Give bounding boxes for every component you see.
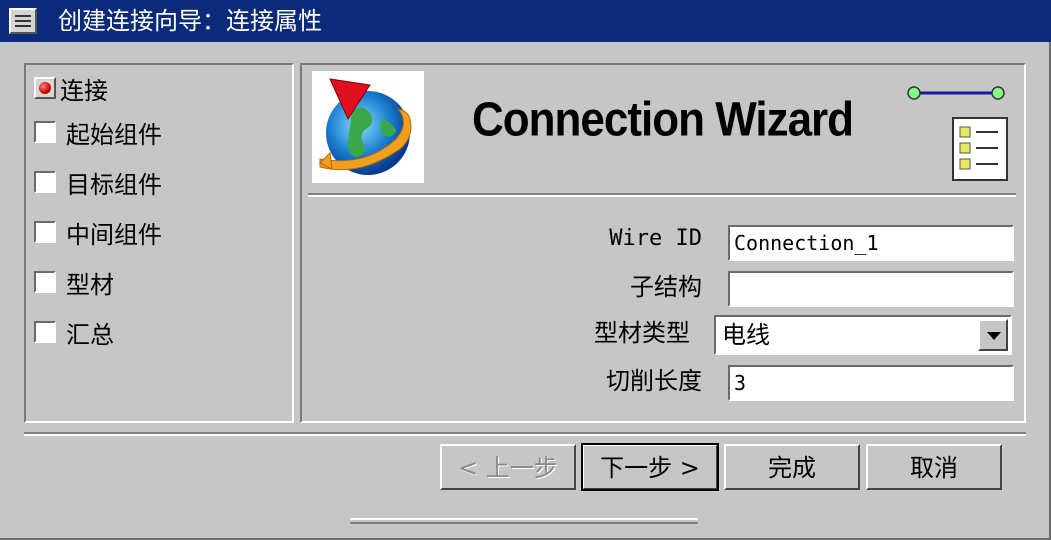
profile-type-label: 型材类型: [594, 319, 690, 347]
step-label: 型材: [66, 270, 114, 299]
header-divider: [308, 193, 1016, 197]
connection-wizard-window: 创建连接向导：连接属性 连接 起始组件 目标组件 中间组件 型材 汇总 Conn…: [0, 0, 1051, 540]
step-summary[interactable]: 汇总: [34, 315, 114, 349]
step-intermediate-component[interactable]: 中间组件: [34, 215, 162, 249]
checklist-icon: [952, 117, 1008, 181]
window-menu-icon[interactable]: [9, 8, 37, 34]
step-label: 连接: [60, 76, 108, 105]
cut-length-input[interactable]: [728, 365, 1014, 401]
cancel-button[interactable]: 取消: [866, 444, 1002, 490]
finish-button[interactable]: 完成: [724, 444, 860, 490]
wire-id-label: Wire ID: [609, 226, 702, 251]
button-separator: [24, 432, 1026, 436]
step-checkbox[interactable]: [34, 321, 56, 343]
step-profile[interactable]: 型材: [34, 265, 114, 299]
wizard-title: Connection Wizard: [472, 92, 854, 147]
substructure-label: 子结构: [630, 273, 702, 301]
cut-length-label: 切削长度: [606, 367, 702, 395]
wire-id-input[interactable]: [728, 225, 1014, 261]
step-label: 中间组件: [66, 220, 162, 249]
next-button[interactable]: 下一步 >: [581, 443, 719, 491]
wire-connection-icon: [906, 83, 1006, 103]
step-checkbox[interactable]: [34, 121, 56, 143]
current-step-indicator-icon: [34, 77, 56, 99]
step-checkbox[interactable]: [34, 171, 56, 193]
resize-grip[interactable]: [350, 518, 698, 524]
step-checkbox[interactable]: [34, 271, 56, 293]
step-target-component[interactable]: 目标组件: [34, 165, 162, 199]
step-checkbox[interactable]: [34, 221, 56, 243]
step-label: 汇总: [66, 320, 114, 349]
step-label: 起始组件: [66, 120, 162, 149]
content-panel: Connection Wizard Wire ID 子结构 型材类型: [300, 63, 1026, 423]
profile-type-value: 电线: [722, 321, 770, 349]
step-start-component[interactable]: 起始组件: [34, 115, 162, 149]
title-bar: 创建连接向导：连接属性: [0, 0, 1051, 42]
steps-panel: 连接 起始组件 目标组件 中间组件 型材 汇总: [24, 63, 294, 423]
substructure-input[interactable]: [728, 271, 1014, 307]
globe-arrow-icon: [312, 71, 424, 183]
back-button[interactable]: < 上一步: [440, 444, 576, 490]
step-label: 目标组件: [66, 170, 162, 199]
profile-type-select[interactable]: 电线: [714, 315, 1012, 355]
step-connection: 连接: [34, 71, 108, 105]
window-title: 创建连接向导：连接属性: [58, 7, 322, 35]
chevron-down-icon[interactable]: [978, 319, 1008, 351]
